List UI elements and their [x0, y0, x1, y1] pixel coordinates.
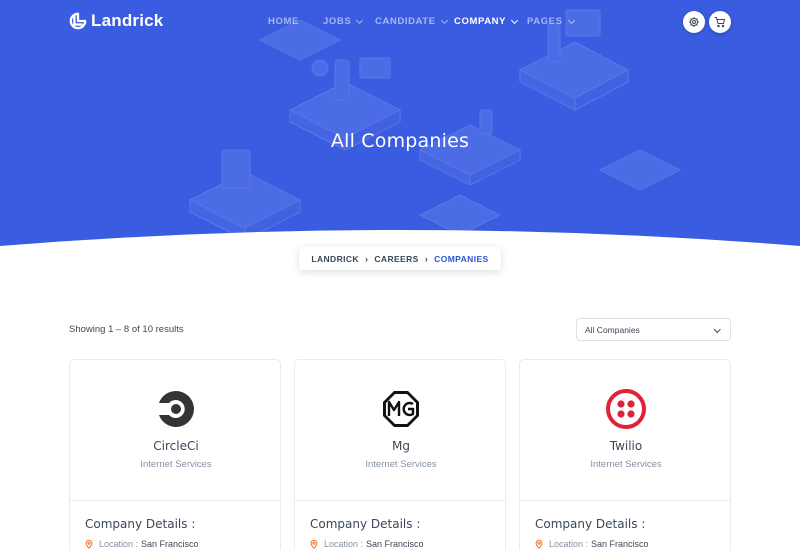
breadcrumb-item-careers[interactable]: CAREERS: [374, 254, 418, 264]
menu-item-jobs[interactable]: JOBS: [323, 16, 364, 27]
settings-button[interactable]: [683, 11, 705, 33]
menu-item-label: JOBS: [323, 16, 352, 27]
company-card-twilio[interactable]: Twilio Internet Services Company Details…: [519, 359, 731, 550]
company-location: Location : San Francisco: [534, 539, 649, 549]
select-value: All Companies: [585, 324, 640, 335]
company-name[interactable]: Twilio: [520, 439, 730, 453]
company-category: Internet Services: [140, 459, 212, 470]
company-details-heading: Company Details :: [85, 517, 196, 531]
breadcrumb-item-companies: COMPANIES: [434, 253, 489, 264]
twilio-logo-icon: [606, 389, 646, 429]
company-card-circleci[interactable]: CircleCi Internet Services Company Detai…: [69, 359, 281, 550]
menu-item-company[interactable]: COMPANY: [454, 16, 519, 27]
breadcrumb: LANDRICK › CAREERS › COMPANIES: [299, 247, 501, 270]
company-details-heading: Company Details :: [310, 517, 421, 531]
company-card-header: Mg Internet Services: [295, 360, 505, 501]
menu-item-pages[interactable]: PAGES: [527, 16, 575, 27]
location-label: Location :: [99, 539, 139, 549]
chevron-down-icon: [440, 16, 448, 24]
location-value: San Francisco: [366, 539, 424, 549]
menu-item-label: COMPANY: [454, 16, 507, 27]
hero-section: Landrick HOME JOBS CANDIDATE COMPANY PAG…: [0, 0, 800, 272]
company-name[interactable]: CircleCi: [70, 439, 280, 453]
gear-icon: [689, 17, 699, 27]
mg-logo-icon: [383, 391, 419, 427]
chevron-right-icon: ›: [424, 253, 429, 264]
location-label: Location :: [324, 539, 364, 549]
company-card-header: CircleCi Internet Services: [70, 360, 280, 501]
company-name[interactable]: Mg: [295, 439, 505, 453]
top-navigation: Landrick HOME JOBS CANDIDATE COMPANY PAG…: [0, 0, 800, 44]
company-location: Location : San Francisco: [309, 539, 424, 549]
location-value: San Francisco: [591, 539, 649, 549]
chevron-right-icon: ›: [364, 253, 369, 264]
breadcrumb-item-landrick[interactable]: LANDRICK: [311, 254, 359, 264]
map-pin-icon: [85, 539, 93, 549]
cart-icon: [714, 17, 725, 28]
chevron-down-icon: [511, 16, 519, 24]
location-label: Location :: [549, 539, 589, 549]
map-pin-icon: [535, 539, 543, 549]
chevron-down-icon: [356, 16, 364, 24]
menu-item-label: PAGES: [527, 16, 563, 27]
chevron-down-icon: [567, 16, 575, 24]
company-card-mg[interactable]: Mg Internet Services Company Details : L…: [294, 359, 506, 550]
circleci-logo-icon: [159, 390, 194, 427]
company-category: Internet Services: [590, 459, 662, 470]
menu-item-candidate[interactable]: CANDIDATE: [375, 16, 448, 27]
cart-button[interactable]: [709, 11, 731, 33]
chevron-down-icon: [713, 326, 720, 333]
menu-item-home[interactable]: HOME: [268, 16, 299, 27]
company-location: Location : San Francisco: [84, 539, 199, 549]
company-details-heading: Company Details :: [535, 517, 646, 531]
menu-item-label: HOME: [268, 16, 299, 27]
results-summary: Showing 1 – 8 of 10 results: [69, 324, 184, 335]
page-title: All Companies: [330, 130, 470, 152]
main-menu: HOME JOBS CANDIDATE COMPANY PAGES: [0, 16, 800, 30]
company-card-header: Twilio Internet Services: [520, 360, 730, 501]
map-pin-icon: [310, 539, 318, 549]
menu-item-label: CANDIDATE: [375, 16, 436, 27]
company-filter-select[interactable]: All Companies: [576, 318, 731, 341]
company-category: Internet Services: [365, 459, 437, 470]
location-value: San Francisco: [141, 539, 199, 549]
